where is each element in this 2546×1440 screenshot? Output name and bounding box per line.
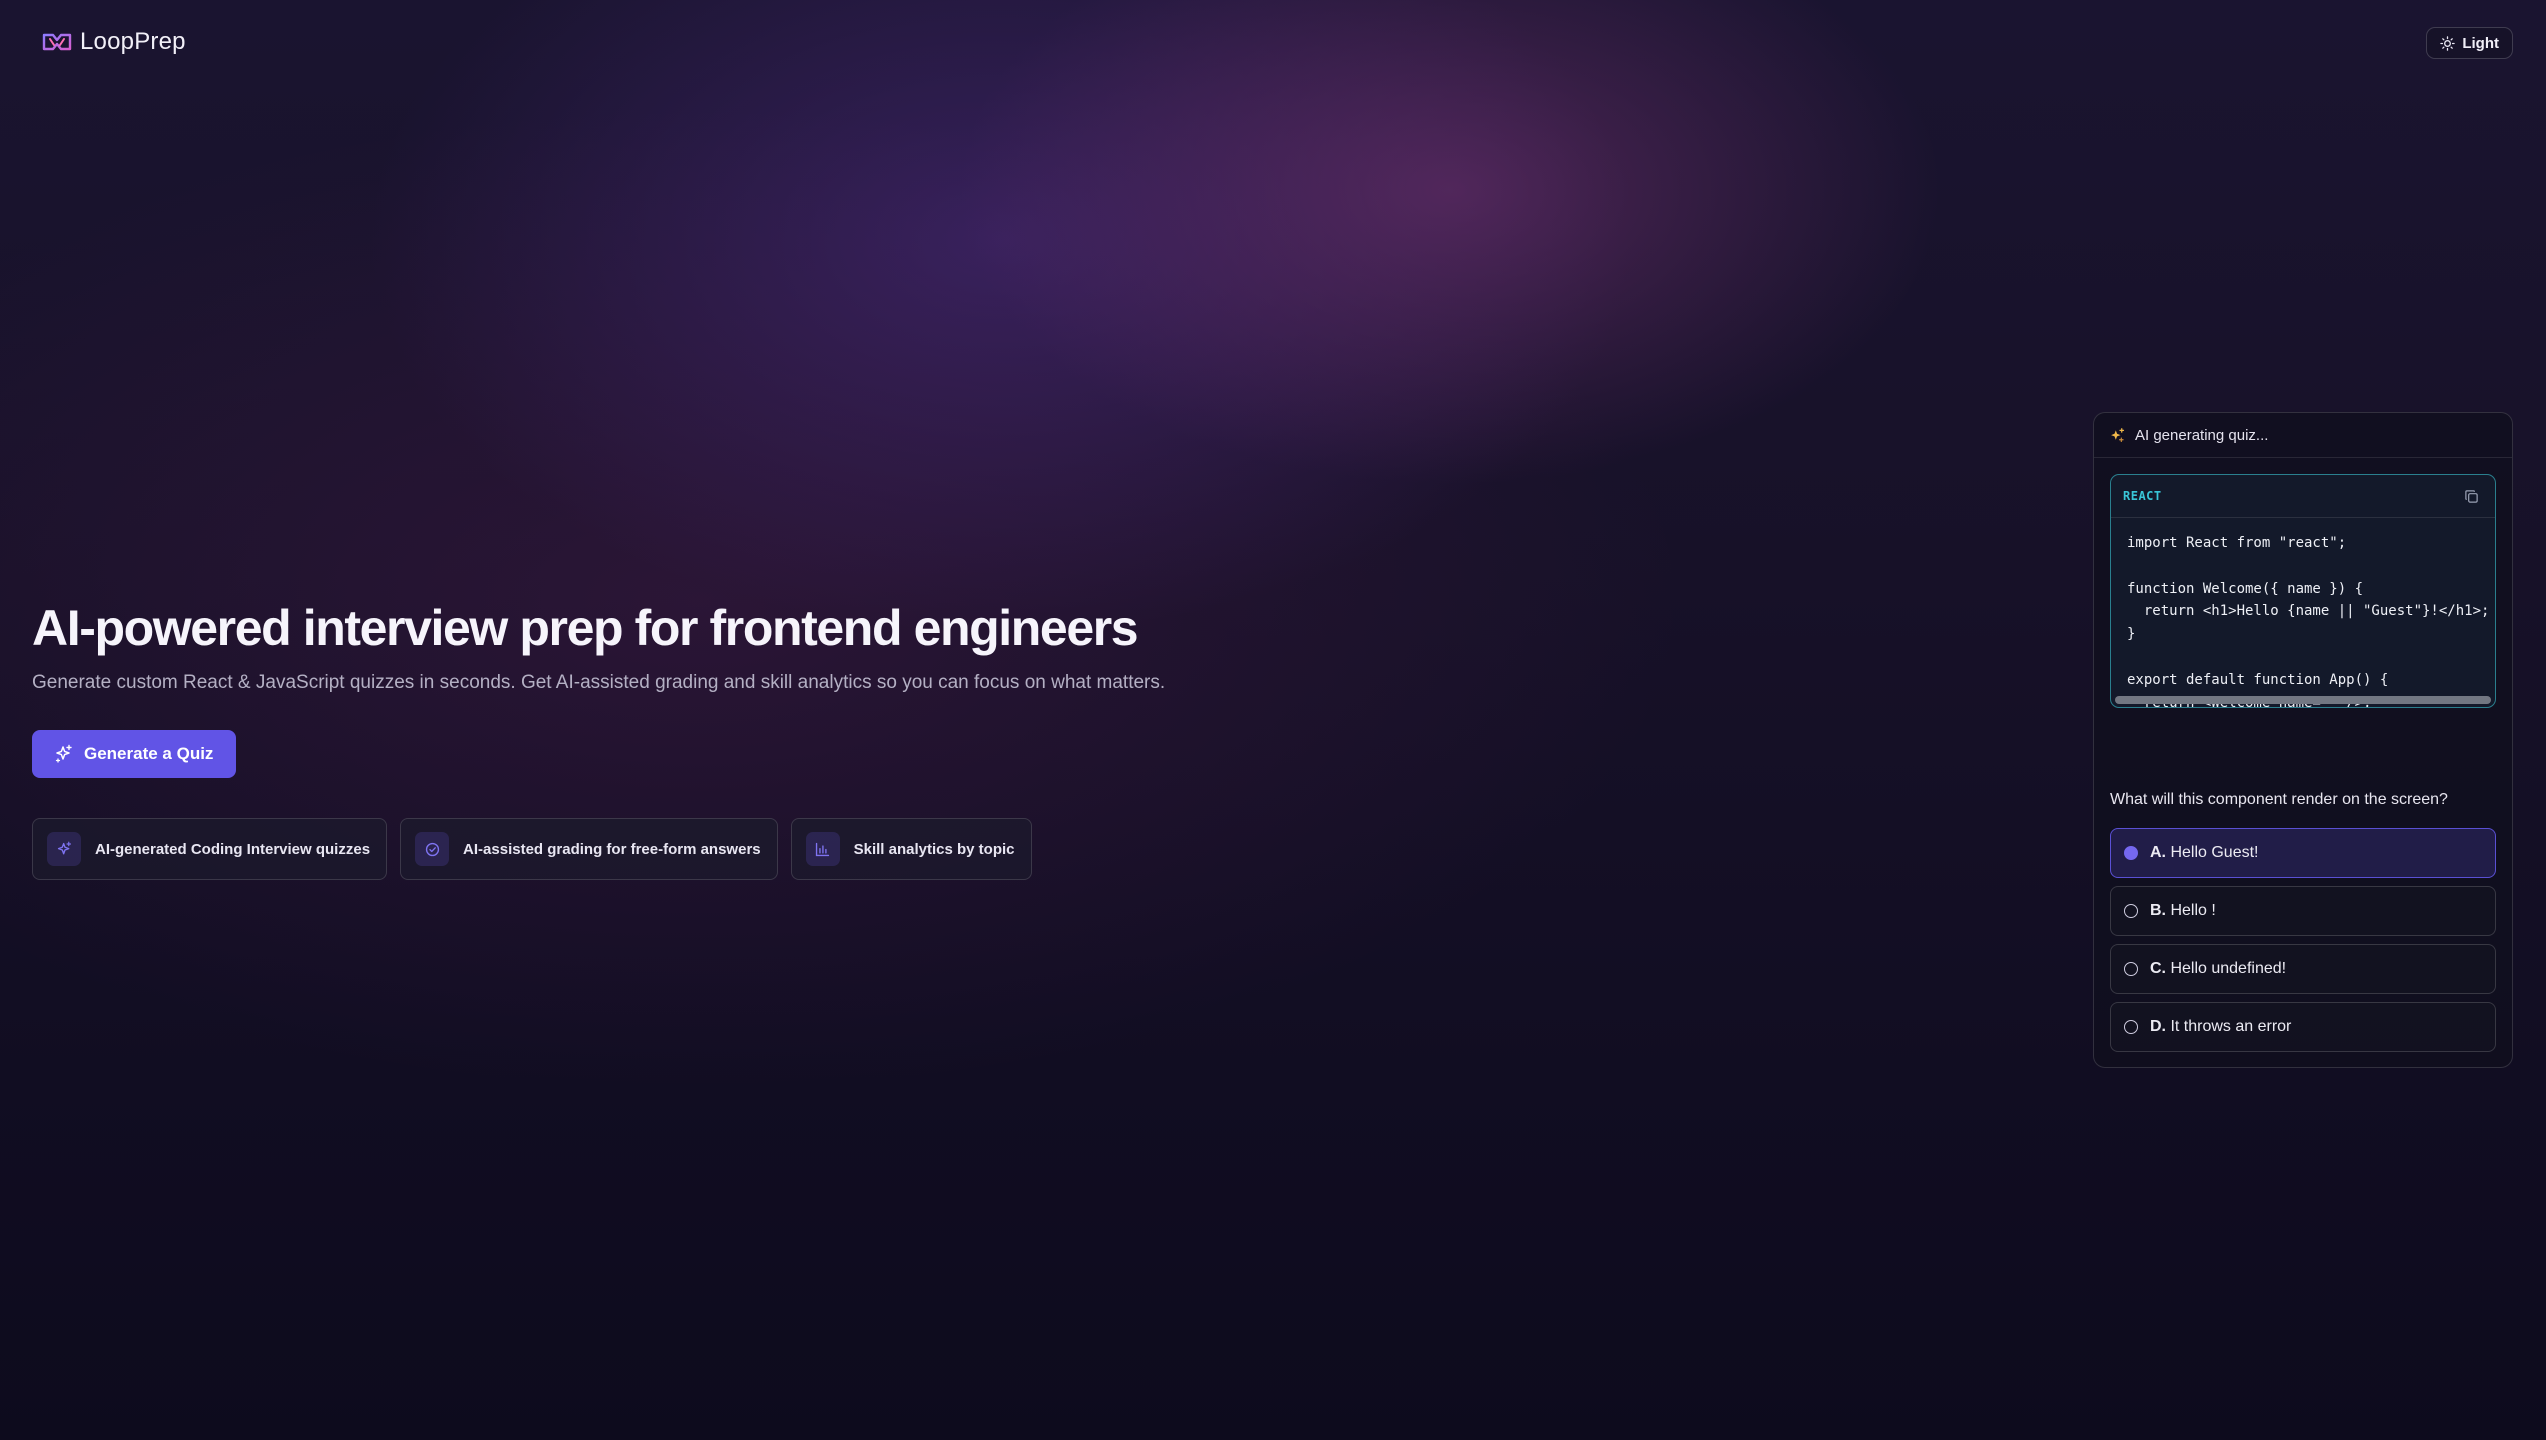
infinity-logo-icon (42, 33, 72, 51)
code-horizontal-scrollbar[interactable] (2115, 696, 2491, 704)
logo-text: LoopPrep (80, 28, 186, 55)
feature-item-grading: AI-assisted grading for free-form answer… (400, 818, 778, 880)
feature-item-quizzes: AI-generated Coding Interview quizzes (32, 818, 388, 880)
option-text: Hello Guest! (2170, 844, 2259, 861)
quiz-status-bar: AI generating quiz... (2094, 413, 2512, 458)
feature-item-analytics: Skill analytics by topic (790, 818, 1032, 880)
answer-option-b[interactable]: B. Hello ! (2110, 886, 2496, 936)
check-circle-icon (425, 842, 439, 856)
copy-icon (2464, 489, 2478, 503)
sun-icon (2440, 35, 2456, 51)
bar-chart-icon (815, 842, 830, 856)
answer-option-c[interactable]: C. Hello undefined! (2110, 944, 2496, 994)
feature-label: AI-assisted grading for free-form answer… (463, 840, 761, 858)
option-letter: A. (2150, 844, 2166, 861)
option-letter: D. (2150, 1018, 2166, 1035)
hero-subtitle: Generate custom React & JavaScript quizz… (32, 672, 1166, 693)
code-text: import React from "react"; function Welc… (2127, 535, 2490, 707)
option-text: Hello ! (2170, 902, 2216, 919)
option-text: It throws an error (2170, 1018, 2292, 1035)
feature-label: AI-generated Coding Interview quizzes (95, 840, 371, 858)
quiz-preview-card: AI generating quiz... REACT import React… (2093, 412, 2513, 1068)
sparkles-icon (2111, 427, 2125, 442)
code-language-label: REACT (2123, 489, 2162, 503)
answer-option-a[interactable]: A. Hello Guest! (2110, 828, 2496, 878)
answer-options: A. Hello Guest! B. Hello ! C. Hello unde… (2110, 828, 2496, 1060)
theme-toggle-label: Light (2462, 34, 2499, 52)
logo[interactable]: LoopPrep (40, 28, 186, 56)
hero-title: AI-powered interview prep for frontend e… (32, 600, 1139, 656)
sparkles-icon (57, 841, 71, 854)
option-letter: C. (2150, 960, 2166, 977)
answer-option-d[interactable]: D. It throws an error (2110, 1002, 2496, 1052)
theme-toggle-button[interactable]: Light (2426, 27, 2513, 59)
option-letter: B. (2150, 902, 2166, 919)
quiz-status-text: AI generating quiz... (2135, 426, 2269, 444)
radio-button[interactable] (2124, 904, 2138, 918)
option-text: Hello undefined! (2170, 960, 2287, 977)
radio-button[interactable] (2124, 1020, 2138, 1034)
sparkles-icon (55, 744, 72, 763)
feature-list: AI-generated Coding Interview quizzes AI… (32, 818, 1232, 880)
radio-button[interactable] (2124, 962, 2138, 976)
quiz-question: What will this component render on the s… (2110, 791, 2448, 808)
generate-quiz-label: Generate a Quiz (84, 744, 214, 763)
code-snippet: REACT import React from "react"; functio… (2110, 474, 2496, 708)
radio-button[interactable] (2124, 846, 2138, 860)
feature-label: Skill analytics by topic (853, 840, 1015, 858)
generate-quiz-button[interactable]: Generate a Quiz (32, 730, 237, 778)
copy-code-button[interactable] (2459, 484, 2483, 508)
hero-section: AI-powered interview prep for frontend e… (32, 596, 1232, 880)
